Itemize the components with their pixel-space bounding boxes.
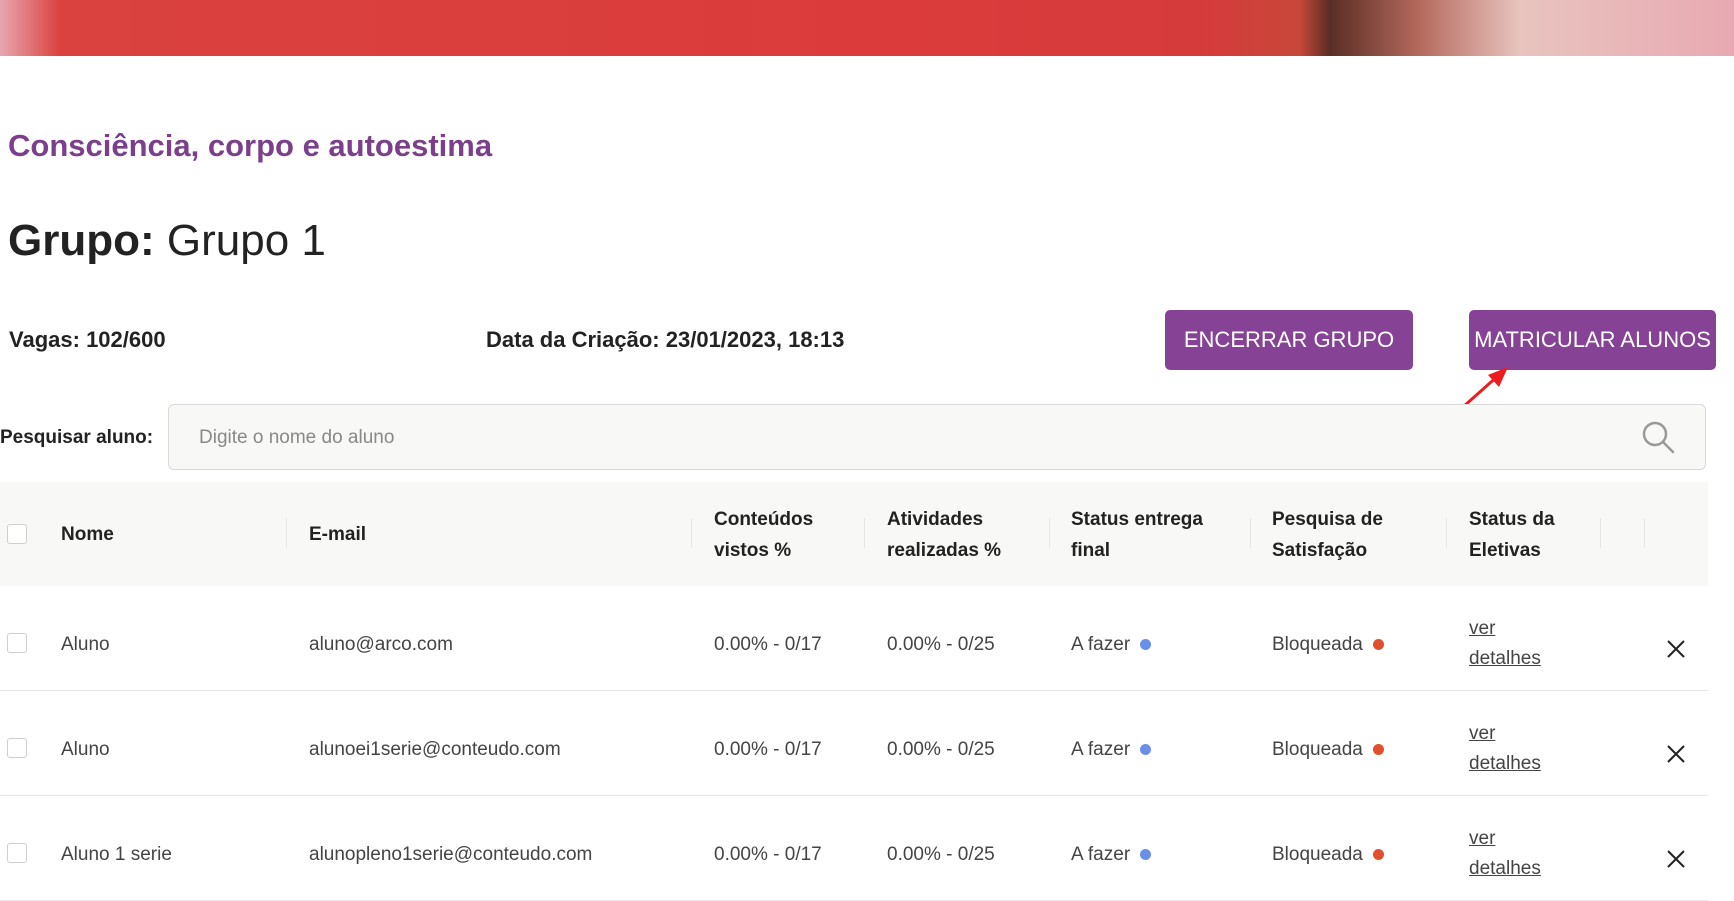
search-input[interactable] [197, 405, 1601, 471]
header-divider [864, 518, 865, 548]
status-entrega-text: A fazer [1071, 739, 1131, 760]
select-all-checkbox[interactable] [7, 524, 27, 544]
status-todo-dot [1140, 744, 1152, 756]
student-name: Aluno [61, 739, 110, 760]
pesquisa-satisfacao: Bloqueada [1272, 634, 1384, 656]
remove-student-icon[interactable] [1665, 848, 1687, 870]
header-pesquisa: Pesquisa de Satisfação [1272, 504, 1383, 566]
table-row: Aluno alunoei1serie@conteudo.com 0.00% -… [0, 691, 1708, 796]
header-atividades-line1: Atividades [887, 509, 984, 530]
creation-date-label: Data da Criação: [486, 327, 660, 352]
pesquisa-text: Bloqueada [1272, 739, 1363, 760]
group-name: Grupo 1 [166, 216, 326, 265]
details-link-line1[interactable]: ver [1469, 614, 1569, 644]
remove-student-icon[interactable] [1665, 638, 1687, 660]
header-divider [691, 518, 692, 548]
header-divider [286, 518, 287, 548]
status-todo-dot [1140, 639, 1152, 651]
status-entrega-text: A fazer [1071, 634, 1131, 655]
end-group-button[interactable]: ENCERRAR GRUPO [1165, 310, 1413, 370]
details-link[interactable]: ver detalhes [1469, 824, 1569, 884]
details-link-line2[interactable]: detalhes [1469, 644, 1569, 674]
search-icon[interactable] [1641, 420, 1675, 454]
student-email: alunoei1serie@conteudo.com [309, 739, 561, 760]
table-row: Aluno 1 serie alunopleno1serie@conteudo.… [0, 796, 1708, 901]
status-entrega-final: A fazer [1071, 739, 1152, 761]
status-entrega-text: A fazer [1071, 844, 1131, 865]
header-status-entrega: Status entrega final [1071, 504, 1203, 566]
conteudos-vistos: 0.00% - 0/17 [714, 634, 822, 655]
pesquisa-text: Bloqueada [1272, 844, 1363, 865]
student-email: alunopleno1serie@conteudo.com [309, 844, 593, 865]
students-table: Nome E-mail Conteúdos vistos % Atividade… [0, 482, 1708, 901]
student-email: aluno@arco.com [309, 634, 453, 655]
atividades-realizadas: 0.00% - 0/25 [887, 739, 995, 760]
header-atividades-line2: realizadas % [887, 540, 1002, 561]
status-todo-dot [1140, 849, 1152, 861]
header-divider [1250, 518, 1251, 548]
status-blocked-dot [1372, 639, 1384, 651]
vagas-value: 102/600 [86, 327, 166, 352]
conteudos-vistos: 0.00% - 0/17 [714, 844, 822, 865]
group-heading: Grupo: Grupo 1 [8, 216, 326, 266]
pesquisa-satisfacao: Bloqueada [1272, 739, 1384, 761]
remove-student-icon[interactable] [1665, 743, 1687, 765]
student-name: Aluno 1 serie [61, 844, 172, 865]
details-link-line1[interactable]: ver [1469, 824, 1569, 854]
creation-date-value: 23/01/2023, 18:13 [665, 327, 845, 352]
header-nome: Nome [61, 524, 114, 545]
course-title: Consciência, corpo e autoestima [8, 128, 493, 163]
header-conteudos-line2: vistos % [714, 540, 792, 561]
student-name: Aluno [61, 634, 110, 655]
header-conteudos-line1: Conteúdos [714, 509, 814, 530]
header-email: E-mail [309, 524, 367, 545]
header-divider [1600, 518, 1601, 548]
header-pesquisa-line1: Pesquisa de [1272, 509, 1383, 530]
header-pesquisa-line2: Satisfação [1272, 540, 1368, 561]
header-status-entrega-line1: Status entrega [1071, 509, 1203, 530]
search-label: Pesquisar aluno: [0, 427, 154, 448]
header-conteudos: Conteúdos vistos % [714, 504, 813, 566]
table-header: Nome E-mail Conteúdos vistos % Atividade… [0, 482, 1708, 586]
pesquisa-satisfacao: Bloqueada [1272, 844, 1384, 866]
details-link-line2[interactable]: detalhes [1469, 749, 1569, 779]
group-label: Grupo: [8, 216, 155, 265]
row-checkbox[interactable] [7, 738, 27, 758]
atividades-realizadas: 0.00% - 0/25 [887, 634, 995, 655]
status-blocked-dot [1372, 744, 1384, 756]
creation-date-info: Data da Criação: 23/01/2023, 18:13 [486, 327, 844, 353]
header-divider [1446, 518, 1447, 548]
search-box [168, 404, 1706, 471]
table-row: Aluno aluno@arco.com 0.00% - 0/17 0.00% … [0, 586, 1708, 691]
details-link[interactable]: ver detalhes [1469, 719, 1569, 779]
row-checkbox[interactable] [7, 633, 27, 653]
details-link-line1[interactable]: ver [1469, 719, 1569, 749]
header-status-entrega-line2: final [1071, 540, 1111, 561]
row-checkbox[interactable] [7, 843, 27, 863]
status-entrega-final: A fazer [1071, 634, 1152, 656]
header-divider [1644, 518, 1645, 548]
atividades-realizadas: 0.00% - 0/25 [887, 844, 995, 865]
header-banner-image [0, 0, 1734, 56]
status-entrega-final: A fazer [1071, 844, 1152, 866]
header-eletivas-line2: Eletivas [1469, 540, 1541, 561]
header-divider [1049, 518, 1050, 548]
header-eletivas-line1: Status da [1469, 509, 1555, 530]
header-eletivas: Status da Eletivas [1469, 504, 1555, 566]
details-link-line2[interactable]: detalhes [1469, 854, 1569, 884]
pesquisa-text: Bloqueada [1272, 634, 1363, 655]
vagas-info: Vagas: 102/600 [9, 327, 166, 353]
details-link[interactable]: ver detalhes [1469, 614, 1569, 674]
conteudos-vistos: 0.00% - 0/17 [714, 739, 822, 760]
vagas-label: Vagas: [9, 327, 80, 352]
header-atividades: Atividades realizadas % [887, 504, 1001, 566]
status-blocked-dot [1372, 849, 1384, 861]
